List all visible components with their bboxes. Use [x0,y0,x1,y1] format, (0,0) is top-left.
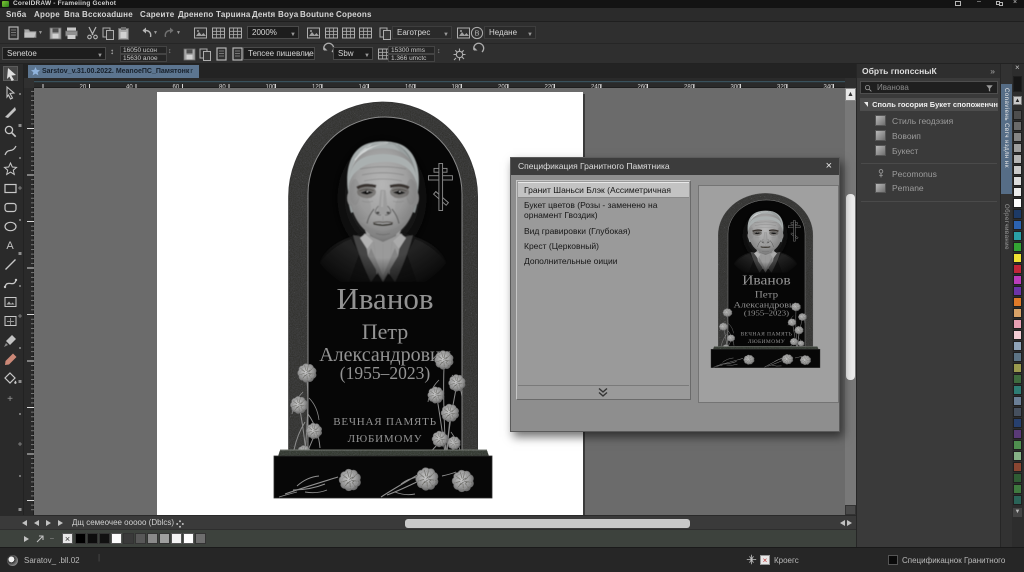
svg-text:Петр: Петр [362,319,409,344]
svg-text:B: B [474,29,479,38]
svg-text:ВЕЧНАЯ ПАМЯТЬ: ВЕЧНАЯ ПАМЯТЬ [333,416,437,428]
svg-text:ЛЮБИМОМУ: ЛЮБИМОМУ [348,433,423,445]
svg-text:Иванов: Иванов [336,281,433,316]
svg-text:(1955–2023): (1955–2023) [340,363,431,383]
